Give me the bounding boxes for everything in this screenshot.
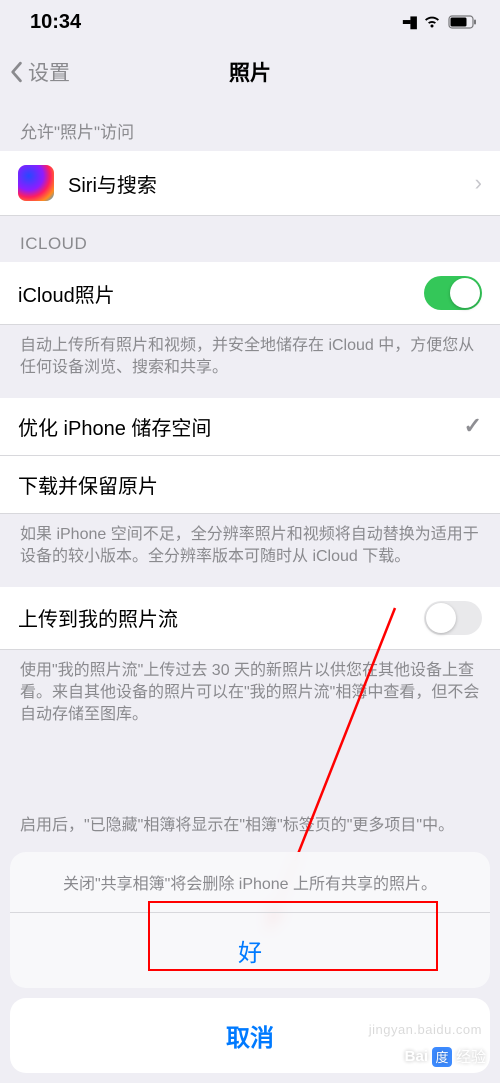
siri-label: Siri与搜索	[68, 169, 475, 198]
sheet-group: 关闭"共享相簿"将会删除 iPhone 上所有共享的照片。 好	[10, 852, 490, 988]
wifi-icon	[422, 15, 442, 29]
cell-siri-search[interactable]: Siri与搜索 ›	[0, 151, 500, 216]
cell-icloud-photos[interactable]: iCloud照片	[0, 262, 500, 325]
download-label: 下载并保留原片	[18, 470, 482, 499]
nav-title: 照片	[229, 57, 271, 87]
section-header-access: 允许"照片"访问	[0, 100, 500, 151]
status-time: 10:34	[30, 11, 81, 34]
sheet-message: 关闭"共享相簿"将会删除 iPhone 上所有共享的照片。	[10, 852, 490, 913]
checkmark-icon: ✓	[464, 413, 482, 439]
paw-icon: 度	[432, 1047, 452, 1067]
icloud-photos-toggle[interactable]	[424, 276, 482, 310]
chevron-right-icon: ›	[475, 170, 482, 196]
status-bar: 10:34 ▪▪▮	[0, 0, 500, 44]
sheet-ok-button[interactable]: 好	[10, 913, 490, 988]
chevron-left-icon	[8, 61, 24, 83]
action-sheet: 关闭"共享相簿"将会删除 iPhone 上所有共享的照片。 好 取消	[10, 852, 490, 1073]
status-right: ▪▪▮	[402, 12, 478, 32]
hidden-footer: 启用后，"已隐藏"相簿将显示在"相簿"标签页的"更多项目"中。	[0, 805, 500, 855]
watermark-logo: Bai度经验	[405, 1046, 486, 1067]
siri-icon	[18, 165, 54, 201]
watermark-text: 经验	[456, 1046, 486, 1067]
storage-footer: 如果 iPhone 空间不足，全分辨率照片和视频将自动替换为适用于设备的较小版本…	[0, 514, 500, 587]
signal-icon: ▪▪▮	[402, 12, 416, 32]
cell-download-originals[interactable]: 下载并保留原片	[0, 456, 500, 514]
mystream-toggle[interactable]	[424, 601, 482, 635]
nav-back-label: 设置	[28, 57, 70, 87]
battery-icon	[448, 15, 478, 29]
watermark-url: jingyan.baidu.com	[369, 1022, 482, 1037]
icloud-footer: 自动上传所有照片和视频，并安全地储存在 iCloud 中，方便您从任何设备浏览、…	[0, 325, 500, 398]
optimize-label: 优化 iPhone 储存空间	[18, 412, 464, 441]
nav-back-button[interactable]: 设置	[0, 57, 70, 87]
cell-my-photo-stream[interactable]: 上传到我的照片流	[0, 587, 500, 650]
mystream-footer: 使用"我的照片流"上传过去 30 天的新照片以供您在其他设备上查看。来自其他设备…	[0, 650, 500, 745]
nav-bar: 设置 照片	[0, 44, 500, 100]
icloud-photos-label: iCloud照片	[18, 279, 424, 308]
mystream-label: 上传到我的照片流	[18, 603, 424, 632]
section-header-icloud: ICLOUD	[0, 216, 500, 262]
cell-optimize-storage[interactable]: 优化 iPhone 储存空间 ✓	[0, 398, 500, 456]
